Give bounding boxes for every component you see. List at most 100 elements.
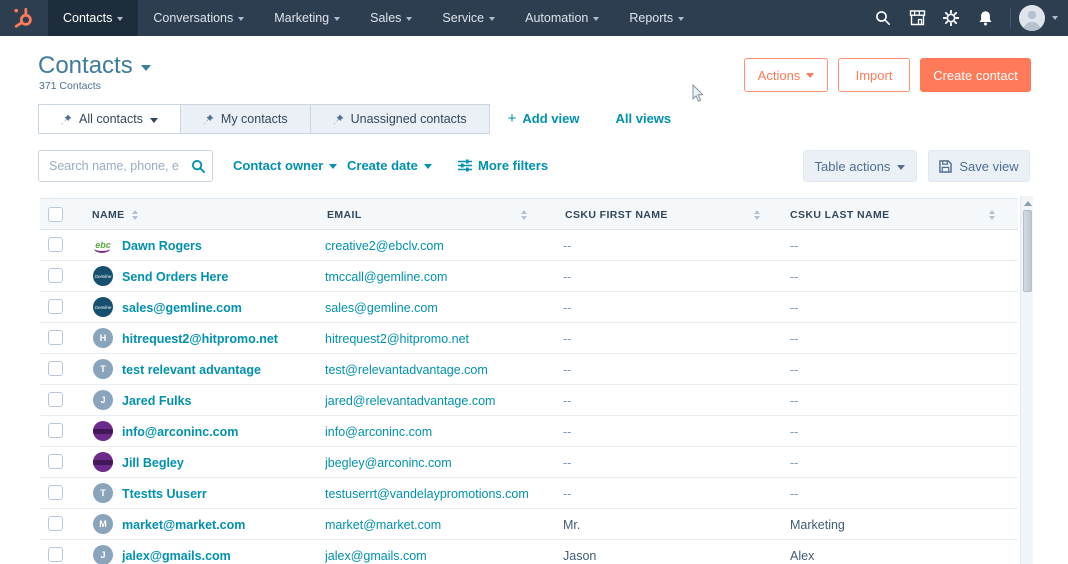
contact-avatar bbox=[93, 421, 113, 441]
contact-name-link[interactable]: Ttestts Uuserr bbox=[122, 478, 317, 509]
contact-name-link[interactable]: hitrequest2@hitpromo.net bbox=[122, 323, 317, 354]
create-date-filter[interactable]: Create date bbox=[347, 158, 432, 173]
search-input[interactable] bbox=[39, 159, 184, 173]
contact-avatar: Gemline bbox=[93, 297, 113, 317]
nav-item-label: Contacts bbox=[63, 11, 113, 25]
row-checkbox[interactable] bbox=[48, 361, 63, 376]
create-date-filter-label: Create date bbox=[347, 158, 418, 173]
sort-icon[interactable] bbox=[131, 210, 138, 220]
table-row: H hitrequest2@hitpromo.net hitrequest2@h… bbox=[40, 323, 1018, 354]
nav-item-service[interactable]: Service bbox=[427, 0, 510, 36]
nav-item-contacts[interactable]: Contacts bbox=[48, 0, 139, 36]
save-view-button[interactable]: Save view bbox=[928, 150, 1030, 182]
nav-item-reports[interactable]: Reports bbox=[614, 0, 699, 36]
contact-avatar: H bbox=[93, 328, 113, 348]
scrollbar-thumb[interactable] bbox=[1022, 210, 1032, 292]
csku-last-name-cell: -- bbox=[790, 300, 799, 315]
csku-last-name-cell: -- bbox=[790, 269, 799, 284]
settings-icon[interactable] bbox=[934, 0, 968, 36]
column-header-csku-first-name[interactable]: CSKU FIRST NAME bbox=[565, 199, 760, 231]
contact-email-link[interactable]: test@relevantadvantage.com bbox=[325, 354, 555, 385]
all-views-link[interactable]: All views bbox=[598, 104, 690, 134]
column-header-email[interactable]: EMAIL bbox=[327, 199, 527, 231]
contact-avatar: ebc bbox=[93, 235, 113, 255]
sort-icon[interactable] bbox=[754, 210, 760, 220]
nav-item-sales[interactable]: Sales bbox=[355, 0, 427, 36]
hubspot-logo-icon[interactable] bbox=[0, 0, 48, 36]
table-actions-button[interactable]: Table actions bbox=[803, 150, 917, 182]
contact-name-link[interactable]: Dawn Rogers bbox=[122, 230, 317, 261]
csku-first-name-cell: Mr. bbox=[563, 517, 581, 532]
view-tab-label: All contacts bbox=[79, 112, 143, 126]
row-checkbox[interactable] bbox=[48, 423, 63, 438]
view-tab-all-contacts[interactable]: All contacts bbox=[38, 104, 180, 133]
contact-email-link[interactable]: jalex@gmails.com bbox=[325, 540, 555, 564]
select-all-checkbox[interactable] bbox=[48, 207, 63, 222]
contact-email-link[interactable]: info@arconinc.com bbox=[325, 416, 555, 447]
contact-name-link[interactable]: Send Orders Here bbox=[122, 261, 317, 292]
contact-avatar: T bbox=[93, 359, 113, 379]
row-checkbox[interactable] bbox=[48, 516, 63, 531]
contact-name-link[interactable]: test relevant advantage bbox=[122, 354, 317, 385]
chevron-down-icon bbox=[149, 117, 158, 123]
sort-icon[interactable] bbox=[989, 210, 995, 220]
import-button[interactable]: Import bbox=[838, 58, 910, 92]
pin-icon bbox=[203, 114, 214, 124]
contact-name-link[interactable]: Jared Fulks bbox=[122, 385, 317, 416]
contact-name-link[interactable]: Jill Begley bbox=[122, 447, 317, 478]
table-row: ebc Dawn Rogers creative2@ebclv.com -- -… bbox=[40, 230, 1018, 261]
search-icon[interactable] bbox=[866, 0, 900, 36]
row-checkbox[interactable] bbox=[48, 547, 63, 562]
nav-item-label: Reports bbox=[629, 11, 674, 25]
row-checkbox[interactable] bbox=[48, 454, 63, 469]
row-checkbox[interactable] bbox=[48, 330, 63, 345]
row-checkbox[interactable] bbox=[48, 299, 63, 314]
contact-name-link[interactable]: jalex@gmails.com bbox=[122, 540, 317, 564]
contact-email-link[interactable]: sales@gemline.com bbox=[325, 292, 555, 323]
contact-email-link[interactable]: testuserrt@vandelaypromotions.com bbox=[325, 478, 555, 509]
scroll-up-arrow-icon[interactable] bbox=[1021, 198, 1034, 208]
row-checkbox[interactable] bbox=[48, 237, 63, 252]
view-tab-unassigned-contacts[interactable]: Unassigned contacts bbox=[309, 104, 490, 133]
contact-avatar: M bbox=[93, 514, 113, 534]
save-icon bbox=[939, 159, 953, 173]
nav-item-conversations[interactable]: Conversations bbox=[138, 0, 259, 36]
user-avatar[interactable] bbox=[1019, 5, 1045, 31]
more-filters-button[interactable]: More filters bbox=[458, 158, 548, 173]
notifications-icon[interactable] bbox=[968, 0, 1002, 36]
marketplace-icon[interactable] bbox=[900, 0, 934, 36]
nav-item-label: Sales bbox=[370, 11, 402, 25]
csku-last-name-cell: Alex bbox=[790, 548, 815, 563]
actions-button[interactable]: Actions bbox=[744, 58, 828, 92]
contact-email-link[interactable]: creative2@ebclv.com bbox=[325, 230, 555, 261]
column-label: NAME bbox=[92, 209, 125, 221]
csku-last-name-cell: -- bbox=[790, 424, 799, 439]
row-checkbox[interactable] bbox=[48, 485, 63, 500]
create-contact-button[interactable]: Create contact bbox=[920, 58, 1031, 92]
contact-email-link[interactable]: jbegley@arconinc.com bbox=[325, 447, 555, 478]
row-checkbox[interactable] bbox=[48, 268, 63, 283]
chevron-down-icon[interactable] bbox=[1052, 16, 1058, 20]
nav-item-marketing[interactable]: Marketing bbox=[259, 0, 355, 36]
search-submit-icon[interactable] bbox=[184, 151, 212, 181]
nav-divider bbox=[1010, 8, 1011, 28]
contact-email-link[interactable]: jared@relevantadvantage.com bbox=[325, 385, 555, 416]
column-header-csku-last-name[interactable]: CSKU LAST NAME bbox=[790, 199, 995, 231]
page-title[interactable]: Contacts bbox=[38, 52, 151, 80]
contact-name-link[interactable]: sales@gemline.com bbox=[122, 292, 317, 323]
add-view-link[interactable]: + Add view bbox=[490, 104, 598, 134]
csku-last-name-cell: -- bbox=[790, 393, 799, 408]
contact-name-link[interactable]: market@market.com bbox=[122, 509, 317, 540]
sort-icon[interactable] bbox=[521, 210, 527, 220]
contact-email-link[interactable]: tmccall@gemline.com bbox=[325, 261, 555, 292]
row-checkbox[interactable] bbox=[48, 392, 63, 407]
contact-owner-filter[interactable]: Contact owner bbox=[233, 158, 338, 173]
column-header-name[interactable]: NAME bbox=[92, 199, 317, 231]
vertical-scrollbar[interactable] bbox=[1020, 196, 1033, 564]
chevron-down-icon bbox=[806, 73, 815, 78]
contact-email-link[interactable]: market@market.com bbox=[325, 509, 555, 540]
contact-email-link[interactable]: hitrequest2@hitpromo.net bbox=[325, 323, 555, 354]
nav-item-automation[interactable]: Automation bbox=[510, 0, 614, 36]
contact-name-link[interactable]: info@arconinc.com bbox=[122, 416, 317, 447]
view-tab-my-contacts[interactable]: My contacts bbox=[179, 104, 310, 133]
